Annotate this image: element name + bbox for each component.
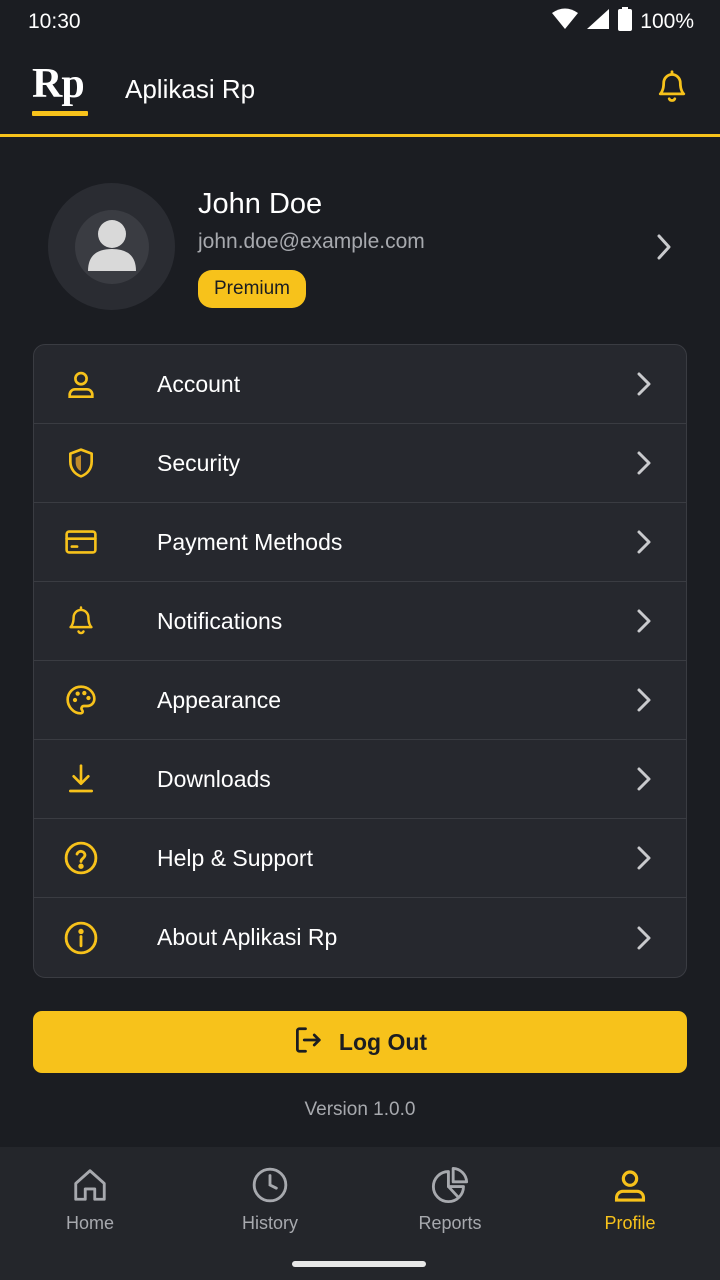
avatar xyxy=(48,183,175,310)
status-bar: 10:30 100% xyxy=(0,0,720,44)
chevron-right-icon xyxy=(632,369,656,399)
nav-item-profile[interactable]: Profile xyxy=(540,1147,720,1280)
battery-percent: 100% xyxy=(640,10,694,33)
bell-icon xyxy=(64,604,98,638)
user-icon xyxy=(64,367,98,401)
menu-item-downloads[interactable]: Downloads xyxy=(34,740,686,819)
clock-icon xyxy=(250,1165,290,1205)
profile-header[interactable]: John Doe john.doe@example.com Premium xyxy=(48,183,688,313)
app-bar: Rp Aplikasi Rp xyxy=(0,44,720,137)
menu-item-label: Help & Support xyxy=(157,844,313,871)
menu-item-label: About Aplikasi Rp xyxy=(157,924,338,950)
chevron-right-icon xyxy=(650,231,678,263)
status-icons: 100% xyxy=(552,7,694,37)
profile-email: john.doe@example.com xyxy=(198,230,425,253)
menu-item-notifications[interactable]: Notifications xyxy=(34,582,686,661)
wifi-icon xyxy=(552,8,579,36)
person-icon xyxy=(75,210,149,284)
chevron-right-icon xyxy=(632,923,656,953)
palette-icon xyxy=(64,683,98,717)
status-time: 10:30 xyxy=(28,10,81,33)
logo-underline xyxy=(32,110,88,116)
menu-item-label: Security xyxy=(157,449,241,476)
shield-icon xyxy=(64,446,98,480)
menu-item-label: Account xyxy=(157,370,241,397)
menu-item-account[interactable]: Account xyxy=(34,345,686,424)
profile-name: John Doe xyxy=(198,188,323,220)
avatar-placeholder xyxy=(74,209,149,284)
menu-item-payment-methods[interactable]: Payment Methods xyxy=(34,503,686,582)
home-icon xyxy=(70,1165,110,1205)
menu-item-help-support[interactable]: Help & Support xyxy=(34,819,686,898)
notifications-button[interactable] xyxy=(650,67,694,111)
menu-item-about[interactable]: About Aplikasi Rp xyxy=(34,898,686,977)
premium-badge: Premium xyxy=(198,270,307,308)
nav-label: Reports xyxy=(418,1213,482,1233)
download-icon xyxy=(64,762,98,796)
settings-menu: Account Security Payment Methods Notific… xyxy=(33,344,687,978)
signal-icon xyxy=(586,8,610,36)
nav-label: Profile xyxy=(604,1213,656,1233)
logo-text: Rp xyxy=(32,60,85,107)
user-icon xyxy=(610,1165,650,1205)
chevron-right-icon xyxy=(632,527,656,557)
menu-item-label: Notifications xyxy=(157,607,283,634)
nav-label: History xyxy=(241,1213,298,1233)
nav-label: Home xyxy=(65,1213,114,1233)
help-circle-icon xyxy=(64,841,98,875)
menu-item-label: Payment Methods xyxy=(157,528,343,555)
menu-item-label: Appearance xyxy=(157,686,282,713)
logout-button[interactable]: Log Out xyxy=(33,1011,687,1073)
info-circle-icon xyxy=(64,921,98,955)
bell-icon xyxy=(655,69,689,110)
logout-icon xyxy=(293,1025,323,1060)
profile-info: John Doe john.doe@example.com Premium xyxy=(198,187,688,308)
chevron-right-icon xyxy=(632,606,656,636)
logout-label: Log Out xyxy=(338,1028,428,1055)
home-indicator[interactable] xyxy=(292,1261,426,1267)
chevron-right-icon xyxy=(632,843,656,873)
pie-chart-icon xyxy=(430,1165,470,1205)
app-title: Aplikasi Rp xyxy=(125,73,256,104)
menu-item-security[interactable]: Security xyxy=(34,424,686,503)
nav-item-home[interactable]: Home xyxy=(0,1147,180,1280)
credit-card-icon xyxy=(64,525,98,559)
menu-item-label: Downloads xyxy=(157,765,271,792)
chevron-right-icon xyxy=(632,448,656,478)
app-logo: Rp xyxy=(32,63,88,116)
menu-item-appearance[interactable]: Appearance xyxy=(34,661,686,740)
chevron-right-icon xyxy=(632,685,656,715)
chevron-right-icon xyxy=(632,764,656,794)
battery-icon xyxy=(618,7,633,37)
version-text: Version 1.0.0 xyxy=(304,1099,416,1120)
